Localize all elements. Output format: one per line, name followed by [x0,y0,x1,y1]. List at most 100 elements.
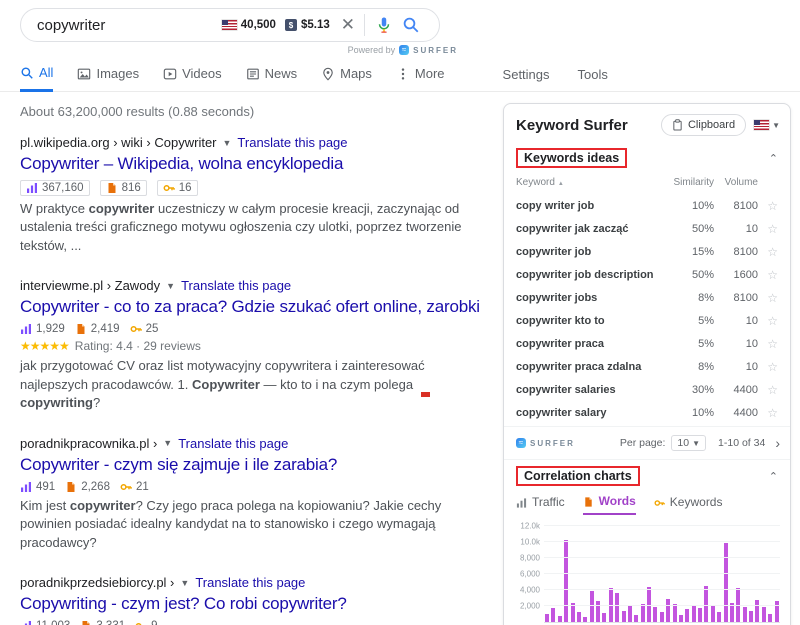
breadcrumb-text[interactable]: interviewme.pl › Zawody [20,278,160,293]
star-icon[interactable]: ☆ [758,406,778,420]
keyword-row[interactable]: copywriter salary 10% 4400 ☆ [516,401,778,424]
per-page-select[interactable]: 10 ▼ [671,435,706,451]
chart-bar[interactable] [698,608,702,622]
search-input[interactable] [37,17,222,34]
keyword-row[interactable]: copywriter job description 50% 1600 ☆ [516,263,778,286]
column-volume[interactable]: Volume [714,177,758,188]
tab-all[interactable]: All [20,65,53,92]
chart-bar[interactable] [602,613,606,622]
chart-bar[interactable] [583,617,587,622]
next-page-icon[interactable]: › [775,435,780,451]
translate-link[interactable]: Translate this page [237,135,347,150]
star-icon[interactable]: ☆ [758,222,778,236]
collapse-icon[interactable]: ⌃ [769,470,778,483]
chart-bar[interactable] [653,607,657,622]
chart-bar[interactable] [679,615,683,622]
nav-tabs: All Images Videos News Maps More [20,65,445,91]
traffic-metric: 491 [20,481,55,493]
volume-cell: 10 [714,315,758,327]
star-icon[interactable]: ☆ [758,268,778,282]
chart-bar[interactable] [564,540,568,622]
y-tick-label: 4,000 [506,586,540,595]
collapse-icon[interactable]: ⌃ [769,152,778,165]
translate-link[interactable]: Translate this page [181,278,291,293]
sort-asc-icon: ▲ [558,181,564,187]
search-box[interactable]: 40,500 $ $5.13 ✕ [20,8,440,42]
chart-bar[interactable] [717,612,721,622]
chart-tab-words[interactable]: Words [583,494,636,515]
chart-bar[interactable] [768,614,772,622]
chart-bar[interactable] [711,606,715,622]
search-submit-icon[interactable] [402,16,420,34]
chevron-down-icon[interactable]: ▼ [223,138,232,148]
chart-bar[interactable] [673,604,677,622]
result-snippet: W praktyce copywriter uczestniczy w cały… [20,200,490,255]
chart-bar[interactable] [762,607,766,622]
chart-bar[interactable] [545,614,549,622]
keywords-table-header: Keyword▲ Similarity Volume [516,174,778,194]
result-title-link[interactable]: Copywriting - czym jest? Co robi copywri… [20,594,498,614]
chart-bar[interactable] [628,605,632,622]
clear-search-icon[interactable]: ✕ [341,15,355,35]
chevron-down-icon[interactable]: ▼ [166,281,175,291]
star-icon[interactable]: ☆ [758,291,778,305]
chart-bar[interactable] [666,599,670,622]
words-value: 816 [122,182,141,194]
translate-link[interactable]: Translate this page [178,436,288,451]
result-title-link[interactable]: Copywriter - czym się zajmuje i ile zara… [20,455,498,475]
chart-bar[interactable] [660,612,664,622]
tab-videos[interactable]: Videos [163,65,222,91]
chart-bar[interactable] [634,615,638,622]
settings-button[interactable]: Settings [503,67,550,82]
keyword-row[interactable]: copywriter job 15% 8100 ☆ [516,240,778,263]
chart-bar[interactable] [590,591,594,622]
tab-images[interactable]: Images [77,65,139,91]
column-keyword[interactable]: Keyword▲ [516,177,662,188]
chart-bar[interactable] [685,609,689,622]
volume-cell: 8100 [714,292,758,304]
chart-bar[interactable] [615,593,619,622]
keyword-row[interactable]: copywriter praca zdalna 8% 10 ☆ [516,355,778,378]
keyword-row[interactable]: copywriter kto to 5% 10 ☆ [516,309,778,332]
tab-news[interactable]: News [246,65,298,91]
star-icon[interactable]: ☆ [758,360,778,374]
star-icon[interactable]: ☆ [758,314,778,328]
chart-bar[interactable] [743,607,747,622]
tab-more[interactable]: More [396,65,445,91]
chart-tab-keywords[interactable]: Keywords [654,494,723,515]
keyword-row[interactable]: copywriter jak zacząć 50% 10 ☆ [516,217,778,240]
chevron-down-icon[interactable]: ▼ [180,578,189,588]
chart-bar[interactable] [558,616,562,622]
microphone-icon[interactable] [375,16,393,34]
star-icon[interactable]: ☆ [758,383,778,397]
keyword-row[interactable]: copywriter salaries 30% 4400 ☆ [516,378,778,401]
chart-bar[interactable] [755,600,759,622]
chart-bar[interactable] [622,611,626,622]
translate-link[interactable]: Translate this page [195,575,305,590]
star-icon[interactable]: ☆ [758,199,778,213]
star-icon[interactable]: ☆ [758,337,778,351]
breadcrumb-text[interactable]: poradnikpracownika.pl › [20,436,157,451]
result-title-link[interactable]: Copywriter – Wikipedia, wolna encykloped… [20,154,498,174]
chart-bar[interactable] [724,543,728,622]
chart-bar[interactable] [641,604,645,622]
keyword-row[interactable]: copy writer job 10% 8100 ☆ [516,194,778,217]
clipboard-button[interactable]: Clipboard [661,114,746,136]
keyword-row[interactable]: copywriter praca 5% 10 ☆ [516,332,778,355]
keyword-row[interactable]: copywriter jobs 8% 8100 ☆ [516,286,778,309]
chart-tab-traffic[interactable]: Traffic [516,494,565,515]
chart-bar[interactable] [577,612,581,622]
star-icon[interactable]: ☆ [758,245,778,259]
chevron-down-icon[interactable]: ▼ [163,438,172,448]
column-similarity[interactable]: Similarity [662,177,714,188]
breadcrumb-text[interactable]: pl.wikipedia.org › wiki › Copywriter [20,135,217,150]
chart-bar[interactable] [551,608,555,622]
chart-bar[interactable] [749,611,753,622]
chart-bar[interactable] [704,586,708,622]
chart-bar[interactable] [692,605,696,622]
tools-button[interactable]: Tools [578,67,608,82]
country-select[interactable]: ▼ [754,120,780,130]
breadcrumb-text[interactable]: poradnikprzedsiebiorcy.pl › [20,575,174,590]
result-title-link[interactable]: Copywriter - co to za praca? Gdzie szuka… [20,297,498,317]
tab-maps[interactable]: Maps [321,65,372,91]
